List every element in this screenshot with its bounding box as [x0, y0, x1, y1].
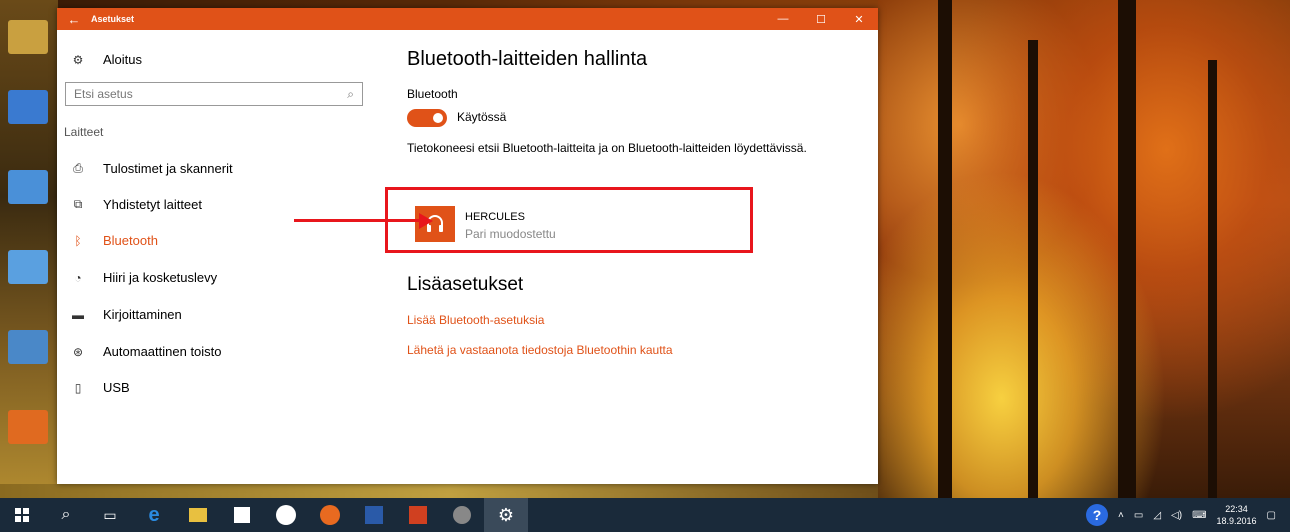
- minimize-button[interactable]: —: [764, 8, 802, 30]
- keyboard-icon[interactable]: ⌨: [1192, 510, 1206, 521]
- desktop-background-bottom: [0, 484, 900, 498]
- more-settings-title: Lisäasetukset: [407, 274, 524, 295]
- store-button[interactable]: [220, 498, 264, 532]
- sidebar-item-label: Hiiri ja kosketuslevy: [103, 270, 218, 285]
- powerpoint-icon: [409, 506, 427, 524]
- windows-icon: [15, 508, 29, 522]
- sidebar-item-label: USB: [103, 380, 130, 395]
- annotation-arrow-line: [294, 219, 424, 222]
- start-button[interactable]: [0, 498, 44, 532]
- device-status: Pari muodostettu: [465, 227, 556, 241]
- sidebar-item-label: Bluetooth: [103, 233, 158, 248]
- app-button[interactable]: [440, 498, 484, 532]
- hp-icon: [276, 505, 296, 525]
- chevron-up-icon[interactable]: ˄: [1118, 510, 1124, 521]
- page-title: Bluetooth-laitteiden hallinta: [407, 48, 648, 70]
- printer-icon: ⎙: [73, 161, 83, 175]
- battery-icon[interactable]: ▭: [1134, 510, 1143, 521]
- system-tray: ? ˄ ▭ ◿ ◁) ⌨ 22:34 18.9.2016 ▢: [1086, 498, 1290, 532]
- title-bar: ← Asetukset — ☐ ✕: [57, 8, 878, 30]
- word-icon: [365, 506, 383, 524]
- bluetooth-label: Bluetooth: [407, 87, 458, 101]
- hp-button[interactable]: [264, 498, 308, 532]
- clock-time: 22:34: [1225, 504, 1248, 514]
- action-center-icon[interactable]: ▢: [1267, 510, 1276, 521]
- help-icon[interactable]: ?: [1086, 504, 1109, 526]
- desktop-icon[interactable]: [8, 250, 48, 284]
- task-view-icon: ▭: [103, 506, 117, 523]
- desktop-background-left: [0, 0, 58, 492]
- autoplay-icon: ⊛: [72, 344, 84, 359]
- firefox-button[interactable]: [308, 498, 352, 532]
- sidebar-item-home[interactable]: ⚙ Aloitus: [71, 52, 142, 67]
- desktop-icon[interactable]: [8, 410, 48, 444]
- desktop-icon[interactable]: [8, 330, 48, 364]
- desktop-icon[interactable]: [8, 170, 48, 204]
- settings-taskbar-button[interactable]: ⚙: [484, 498, 528, 532]
- clock-date: 18.9.2016: [1216, 516, 1257, 526]
- search-button[interactable]: ⌕: [44, 498, 88, 532]
- gear-icon: ⚙: [72, 52, 84, 67]
- gear-icon: ⚙: [497, 504, 515, 525]
- close-button[interactable]: ✕: [840, 8, 878, 30]
- bluetooth-toggle[interactable]: [407, 109, 447, 127]
- desktop-icon[interactable]: [8, 20, 48, 54]
- folder-icon: [189, 508, 207, 522]
- edge-icon: e: [148, 503, 160, 526]
- sidebar-item-usb[interactable]: ▯ USB: [71, 380, 130, 395]
- sidebar-item-autoplay[interactable]: ⊛ Automaattinen toisto: [71, 344, 222, 359]
- sidebar-item-label: Tulostimet ja skannerit: [103, 161, 233, 176]
- firefox-icon: [320, 505, 340, 525]
- task-view-button[interactable]: ▭: [88, 498, 132, 532]
- usb-icon: ▯: [74, 380, 82, 395]
- explorer-button[interactable]: [176, 498, 220, 532]
- edge-button[interactable]: e: [132, 498, 176, 532]
- connected-devices-icon: ⧉: [73, 197, 83, 211]
- desktop-icon[interactable]: [8, 90, 48, 124]
- maximize-button[interactable]: ☐: [802, 8, 840, 30]
- send-receive-files-link[interactable]: Lähetä ja vastaanota tiedostoja Bluetoot…: [407, 343, 673, 357]
- sidebar: ⚙ Aloitus Etsi asetus ⌕ Laitteet ⎙ Tulos…: [57, 30, 387, 484]
- category-label: Laitteet: [64, 125, 104, 139]
- window-title: Asetukset: [91, 14, 135, 24]
- keyboard-icon: ▬: [72, 307, 84, 322]
- search-input[interactable]: Etsi asetus ⌕: [65, 82, 363, 106]
- bluetooth-icon: ᛒ: [74, 233, 82, 248]
- sidebar-item-typing[interactable]: ▬ Kirjoittaminen: [71, 307, 182, 322]
- back-button[interactable]: ←: [57, 12, 91, 27]
- sidebar-item-bluetooth[interactable]: ᛒ Bluetooth: [71, 233, 158, 248]
- home-label: Aloitus: [103, 52, 143, 67]
- app-icon: [453, 506, 471, 524]
- sidebar-item-connected-devices[interactable]: ⧉ Yhdistetyt laitteet: [71, 197, 202, 212]
- toggle-state: Käytössä: [457, 110, 507, 124]
- word-button[interactable]: [352, 498, 396, 532]
- sidebar-item-label: Automaattinen toisto: [103, 344, 222, 359]
- sidebar-item-label: Kirjoittaminen: [103, 307, 182, 322]
- device-name[interactable]: HERCULES: [465, 211, 525, 223]
- taskbar: ⌕ ▭ e ⚙ ? ˄ ▭ ◿ ◁) ⌨ 22:34 18.9.2016 ▢: [0, 498, 1290, 532]
- sidebar-item-printers[interactable]: ⎙ Tulostimet ja skannerit: [71, 161, 233, 176]
- volume-icon[interactable]: ◁): [1171, 510, 1182, 521]
- search-icon: ⌕: [61, 506, 71, 523]
- search-icon: ⌕: [347, 86, 354, 101]
- settings-window: ← Asetukset — ☐ ✕ ⚙ Aloitus Etsi asetus …: [57, 8, 878, 484]
- annotation-arrow-head: [419, 213, 433, 229]
- search-placeholder: Etsi asetus: [74, 87, 133, 101]
- network-icon[interactable]: ◿: [1153, 510, 1161, 521]
- sidebar-item-mouse[interactable]: ◔ Hiiri ja kosketuslevy: [71, 270, 217, 285]
- discovery-description: Tietokoneesi etsii Bluetooth-laitteita j…: [407, 141, 807, 155]
- powerpoint-button[interactable]: [396, 498, 440, 532]
- sidebar-item-label: Yhdistetyt laitteet: [103, 197, 202, 212]
- clock[interactable]: 22:34 18.9.2016: [1217, 503, 1257, 527]
- store-icon: [234, 507, 250, 523]
- mouse-icon: ◔: [74, 270, 82, 285]
- desktop-background-right: [878, 0, 1290, 498]
- more-bluetooth-settings-link[interactable]: Lisää Bluetooth-asetuksia: [407, 313, 544, 327]
